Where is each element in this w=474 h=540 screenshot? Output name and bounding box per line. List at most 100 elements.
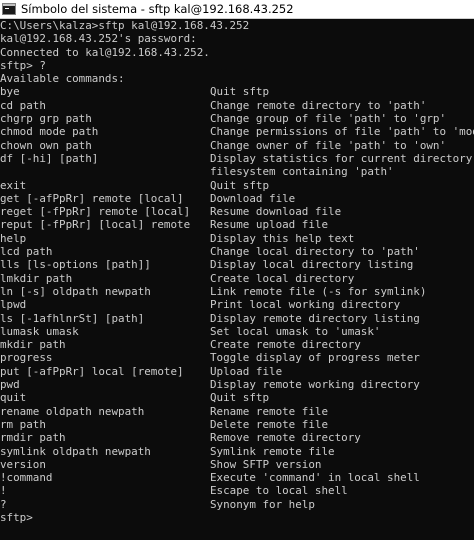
command-row: chmod mode path Change permissions of fil… bbox=[0, 125, 474, 138]
command-description: Change group of file 'path' to 'grp' bbox=[210, 112, 447, 126]
command-row: symlink oldpath newpath Symlink remote fi… bbox=[0, 445, 474, 458]
command-row: exit Quit sftp bbox=[0, 179, 474, 192]
command-description: Quit sftp bbox=[210, 391, 270, 405]
command-description: Link remote file (-s for symlink) bbox=[210, 284, 427, 298]
command-description: Quit sftp bbox=[210, 178, 270, 192]
command-name: cd path bbox=[0, 98, 46, 112]
command-name: rm path bbox=[0, 417, 46, 431]
command-row: reput [-fPpRr] [local] remote Resume uplo… bbox=[0, 218, 474, 231]
command-name: chown own path bbox=[0, 138, 92, 152]
intro-line: Available commands: bbox=[0, 72, 125, 86]
command-name: reget [-fPpRr] remote [local] bbox=[0, 205, 191, 219]
command-name: pwd bbox=[0, 378, 20, 392]
command-description: Create local directory bbox=[210, 271, 355, 285]
command-name: ls [-1afhlnrSt] [path] bbox=[0, 311, 145, 325]
command-description: Display remote directory listing bbox=[210, 311, 420, 325]
command-row: version Show SFTP version bbox=[0, 458, 474, 471]
command-description: Print local working directory bbox=[210, 298, 401, 312]
command-row: ? Synonym for help bbox=[0, 498, 474, 511]
command-row: mkdir path Create remote directory bbox=[0, 338, 474, 351]
command-name: version bbox=[0, 457, 46, 471]
command-name: reput [-fPpRr] [local] remote bbox=[0, 218, 191, 232]
command-name: !command bbox=[0, 471, 53, 485]
command-row: !command Execute 'command' in local shell bbox=[0, 471, 474, 484]
command-name: help bbox=[0, 231, 27, 245]
command-description: Upload file bbox=[210, 364, 283, 378]
command-row: pwd Display remote working directory bbox=[0, 378, 474, 391]
command-row: chgrp grp path Change group of file 'path… bbox=[0, 112, 474, 125]
command-name: lcd path bbox=[0, 245, 53, 259]
command-row: help Display this help text bbox=[0, 232, 474, 245]
command-description: Change remote directory to 'path' bbox=[210, 98, 427, 112]
cmd-icon bbox=[2, 3, 16, 15]
command-name: exit bbox=[0, 178, 27, 192]
command-description: Remove remote directory bbox=[210, 431, 361, 445]
command-row: progress Toggle display of progress meter bbox=[0, 351, 474, 364]
intro-line: sftp> ? bbox=[0, 58, 46, 72]
command-row: rmdir path Remove remote directory bbox=[0, 431, 474, 444]
command-name: ln [-s] oldpath newpath bbox=[0, 284, 151, 298]
command-name: lumask umask bbox=[0, 324, 79, 338]
command-row: ln [-s] oldpath newpath Link remote file … bbox=[0, 285, 474, 298]
command-description: Escape to local shell bbox=[210, 484, 348, 498]
command-description: Change permissions of file 'path' to 'mo… bbox=[210, 125, 474, 139]
command-description: Change owner of file 'path' to 'own' bbox=[210, 138, 447, 152]
terminal-output[interactable]: C:\Users\kalza>sftp kal@192.168.43.252 k… bbox=[0, 19, 474, 524]
command-row: df [-hi] [path] Display statistics for cu… bbox=[0, 152, 474, 165]
command-row: lmkdir path Create local directory bbox=[0, 272, 474, 285]
command-row: get [-afPpRr] remote [local] Download fil… bbox=[0, 192, 474, 205]
command-row: filesystem containing 'path' bbox=[0, 165, 474, 178]
shell-prompt[interactable]: sftp> bbox=[0, 511, 474, 524]
command-description: Display statistics for current directory… bbox=[210, 151, 474, 165]
command-description: Show SFTP version bbox=[210, 457, 322, 471]
intro-line: Connected to kal@192.168.43.252. bbox=[0, 45, 210, 59]
command-description: Synonym for help bbox=[210, 497, 315, 511]
command-name: lpwd bbox=[0, 298, 27, 312]
command-list: bye Quit sftp cd path Change remote directo… bbox=[0, 85, 474, 511]
command-name: symlink oldpath newpath bbox=[0, 444, 151, 458]
command-description: Delete remote file bbox=[210, 417, 329, 431]
command-row: bye Quit sftp bbox=[0, 85, 474, 98]
command-row: reget [-fPpRr] remote [local] Resume down… bbox=[0, 205, 474, 218]
command-description: filesystem containing 'path' bbox=[210, 165, 394, 179]
command-description: Quit sftp bbox=[210, 85, 270, 99]
command-row: ls [-1afhlnrSt] [path] Display remote dir… bbox=[0, 312, 474, 325]
command-name: mkdir path bbox=[0, 338, 66, 352]
command-row: chown own path Change owner of file 'path… bbox=[0, 139, 474, 152]
command-row: ! Escape to local shell bbox=[0, 484, 474, 497]
command-description: Execute 'command' in local shell bbox=[210, 471, 420, 485]
command-description: Resume upload file bbox=[210, 218, 329, 232]
command-description: Display local directory listing bbox=[210, 258, 414, 272]
command-row: lcd path Change local directory to 'path' bbox=[0, 245, 474, 258]
command-row: lumask umask Set local umask to 'umask' bbox=[0, 325, 474, 338]
command-row: lpwd Print local working directory bbox=[0, 298, 474, 311]
command-description: Resume download file bbox=[210, 205, 342, 219]
command-name: bye bbox=[0, 85, 20, 99]
command-row: lls [ls-options [path]] Display local dir… bbox=[0, 258, 474, 271]
command-description: Download file bbox=[210, 191, 296, 205]
command-name: lls [ls-options [path]] bbox=[0, 258, 151, 272]
command-row: rm path Delete remote file bbox=[0, 418, 474, 431]
command-description: Symlink remote file bbox=[210, 444, 335, 458]
command-name: lmkdir path bbox=[0, 271, 73, 285]
intro-line: kal@192.168.43.252's password: bbox=[0, 32, 197, 46]
terminal-window: Símbolo del sistema - sftp kal@192.168.4… bbox=[0, 0, 474, 540]
command-name: get [-afPpRr] remote [local] bbox=[0, 191, 184, 205]
command-description: Rename remote file bbox=[210, 404, 329, 418]
command-name: put [-afPpRr] local [remote] bbox=[0, 364, 184, 378]
command-name: quit bbox=[0, 391, 27, 405]
command-name: chmod mode path bbox=[0, 125, 99, 139]
command-description: Display remote working directory bbox=[210, 378, 420, 392]
command-description: Change local directory to 'path' bbox=[210, 245, 420, 259]
window-title: Símbolo del sistema - sftp kal@192.168.4… bbox=[21, 2, 294, 16]
command-name: rename oldpath newpath bbox=[0, 404, 145, 418]
command-row: quit Quit sftp bbox=[0, 391, 474, 404]
command-name: ? bbox=[0, 497, 7, 511]
title-bar[interactable]: Símbolo del sistema - sftp kal@192.168.4… bbox=[0, 0, 474, 19]
command-name: rmdir path bbox=[0, 431, 66, 445]
command-description: Display this help text bbox=[210, 231, 355, 245]
command-row: rename oldpath newpath Rename remote file bbox=[0, 405, 474, 418]
command-description: Toggle display of progress meter bbox=[210, 351, 420, 365]
command-name: df [-hi] [path] bbox=[0, 151, 99, 165]
command-row: cd path Change remote directory to 'path' bbox=[0, 99, 474, 112]
